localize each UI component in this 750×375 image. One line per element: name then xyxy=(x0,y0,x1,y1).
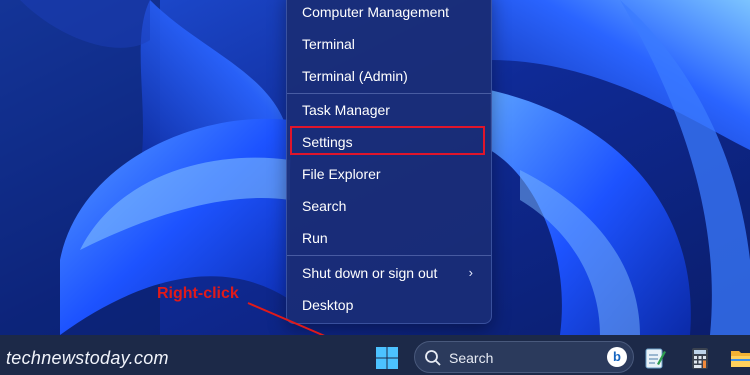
notepad-icon[interactable] xyxy=(643,346,667,370)
settings-highlight-box xyxy=(290,126,485,155)
menu-item-computer-management[interactable]: Computer Management xyxy=(291,0,487,27)
menu-item-run[interactable]: Run xyxy=(291,223,487,253)
menu-item-shut-down-or-sign-out[interactable]: Shut down or sign out › xyxy=(291,258,487,288)
menu-separator xyxy=(287,255,491,256)
search-icon xyxy=(425,350,441,366)
menu-separator xyxy=(287,93,491,94)
file-explorer-icon[interactable] xyxy=(730,346,750,370)
menu-item-terminal-admin[interactable]: Terminal (Admin) xyxy=(291,61,487,91)
winx-context-menu: Computer Management Terminal Terminal (A… xyxy=(286,0,492,324)
windows-start-icon[interactable] xyxy=(375,346,399,370)
search-placeholder: Search xyxy=(449,350,494,366)
right-click-annotation: Right-click xyxy=(157,285,239,302)
watermark-text: technewstoday.com xyxy=(6,348,169,368)
chevron-right-icon: › xyxy=(468,265,473,280)
bing-icon[interactable]: b xyxy=(607,347,627,367)
menu-item-desktop[interactable]: Desktop xyxy=(291,290,487,320)
menu-item-task-manager[interactable]: Task Manager xyxy=(291,95,487,125)
menu-item-terminal[interactable]: Terminal xyxy=(291,29,487,59)
calculator-icon[interactable] xyxy=(688,346,712,370)
menu-item-file-explorer[interactable]: File Explorer xyxy=(291,159,487,189)
menu-item-search[interactable]: Search xyxy=(291,191,487,221)
taskbar-search-box[interactable]: Search b xyxy=(414,341,634,373)
menu-item-label: Shut down or sign out xyxy=(302,265,438,281)
